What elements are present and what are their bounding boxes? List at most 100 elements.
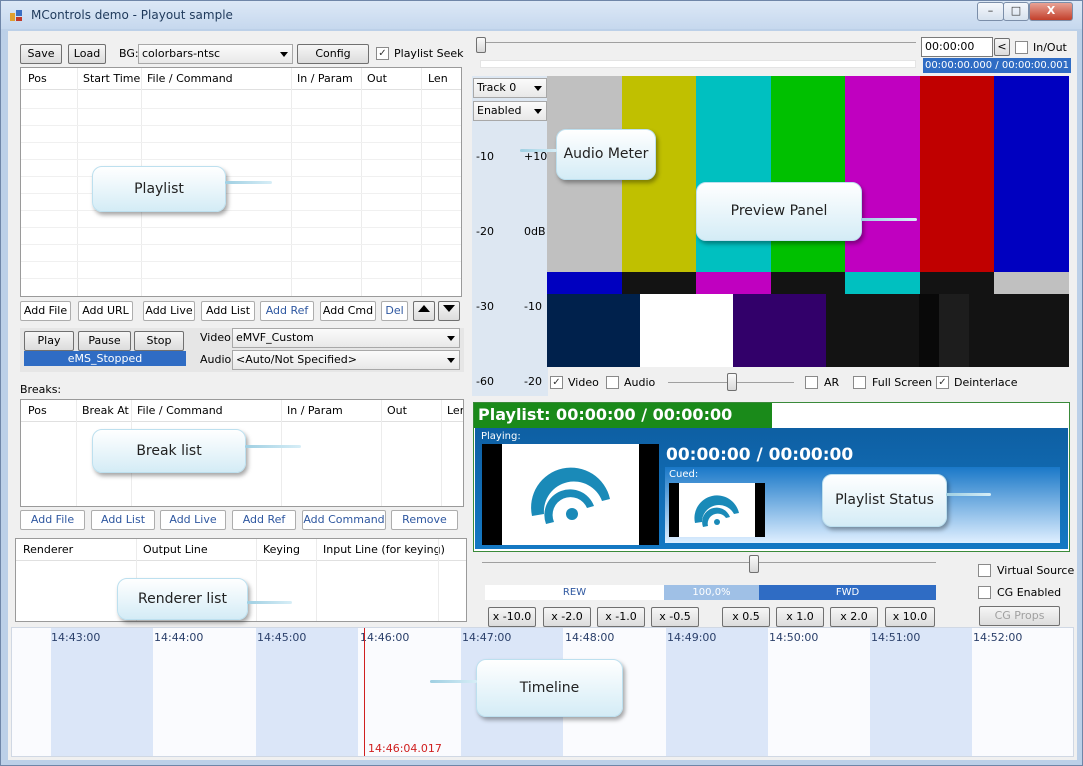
- timeline-cursor[interactable]: [364, 628, 365, 756]
- virtual-source-label: Virtual Source: [997, 564, 1075, 577]
- deinterlace-checkbox[interactable]: ✓: [936, 376, 949, 389]
- seek-slider-thumb[interactable]: [476, 37, 486, 53]
- seek-back-button[interactable]: <: [994, 38, 1010, 56]
- timeline-tick: 14:46:00: [360, 631, 410, 644]
- media-logo-icon: [531, 467, 610, 524]
- stop-button[interactable]: Stop: [134, 331, 184, 351]
- playlist-status-callout-pointer: [946, 493, 991, 496]
- break-add-list-button[interactable]: Add List: [91, 510, 155, 530]
- color-bar: [696, 76, 771, 272]
- save-button[interactable]: Save: [20, 44, 62, 64]
- del-button[interactable]: Del: [381, 301, 408, 321]
- volume-slider-thumb[interactable]: [727, 373, 737, 391]
- chevron-down-icon: [534, 86, 542, 91]
- audio-format-select[interactable]: <Auto/Not Specified>: [232, 350, 460, 370]
- add-list-button[interactable]: Add List: [201, 301, 255, 321]
- video-format-select[interactable]: eMVF_Custom: [232, 328, 460, 348]
- playlist-header: Pos Start Time File / Command In / Param…: [21, 68, 461, 90]
- break-add-command-button[interactable]: Add Command: [302, 510, 386, 530]
- enabled-select[interactable]: Enabled: [473, 101, 547, 121]
- move-up-button[interactable]: [413, 301, 435, 321]
- video-checkbox[interactable]: ✓: [550, 376, 563, 389]
- bg-label: BG:: [119, 47, 139, 60]
- playlist-callout: Playlist: [92, 166, 226, 212]
- speed-2-button[interactable]: x 2.0: [830, 607, 878, 627]
- cg-props-button[interactable]: CG Props: [979, 606, 1060, 626]
- timeline-callout-pointer: [430, 680, 477, 683]
- track-select[interactable]: Track 0: [473, 78, 547, 98]
- inout-checkbox[interactable]: [1015, 41, 1028, 54]
- playlist-seek-checkbox[interactable]: ✓: [376, 47, 389, 60]
- play-button[interactable]: Play: [24, 331, 74, 351]
- col-output-line[interactable]: Output Line: [143, 543, 208, 556]
- col-keying[interactable]: Keying: [263, 543, 300, 556]
- add-url-button[interactable]: Add URL: [78, 301, 133, 321]
- col-in-param[interactable]: In / Param: [287, 404, 343, 417]
- minimize-button[interactable]: –: [977, 2, 1004, 21]
- col-in-param[interactable]: In / Param: [297, 72, 353, 85]
- config-button[interactable]: Config: [297, 44, 369, 64]
- color-bars-middle: [547, 272, 1069, 294]
- bg-select[interactable]: colorbars-ntsc: [138, 44, 293, 64]
- add-file-button[interactable]: Add File: [20, 301, 71, 321]
- speed-minus-1-button[interactable]: x -1.0: [597, 607, 645, 627]
- meter-left-tick: -30: [476, 300, 494, 313]
- add-ref-button[interactable]: Add Ref: [260, 301, 314, 321]
- pause-button[interactable]: Pause: [78, 331, 131, 351]
- col-pos[interactable]: Pos: [28, 72, 47, 85]
- seek-time-field[interactable]: 00:00:00: [921, 37, 993, 57]
- col-file-command[interactable]: File / Command: [147, 72, 233, 85]
- video-check-label: Video: [568, 376, 599, 389]
- col-start-time[interactable]: Start Time: [83, 72, 140, 85]
- col-pos[interactable]: Pos: [28, 404, 47, 417]
- color-bar: [939, 294, 969, 367]
- ar-checkbox[interactable]: [805, 376, 818, 389]
- speed-minus-half-button[interactable]: x -0.5: [651, 607, 699, 627]
- speed-half-button[interactable]: x 0.5: [722, 607, 770, 627]
- break-add-live-button[interactable]: Add Live: [160, 510, 226, 530]
- fullscreen-checkbox[interactable]: [853, 376, 866, 389]
- preview-panel-callout: Preview Panel: [696, 182, 862, 241]
- ar-label: AR: [824, 376, 840, 389]
- renderer-list-callout: Renderer list: [117, 578, 248, 620]
- speed-minus-10-button[interactable]: x -10.0: [488, 607, 536, 627]
- arrow-down-icon: [443, 305, 455, 312]
- playlist-status-header: Playlist: 00:00:00 / 00:00:00: [478, 405, 733, 424]
- maximize-button[interactable]: □: [1003, 2, 1029, 21]
- close-button[interactable]: X: [1029, 2, 1073, 21]
- virtual-source-checkbox[interactable]: [978, 564, 991, 577]
- speed-minus-2-button[interactable]: x -2.0: [543, 607, 591, 627]
- speed-track: [482, 562, 936, 563]
- col-file-command[interactable]: File / Command: [137, 404, 223, 417]
- col-len[interactable]: Len: [428, 72, 448, 85]
- color-bar: [994, 272, 1069, 294]
- title-bar[interactable]: MControls demo - Playout sample – □ X: [1, 1, 1082, 29]
- speed-percent: 100,0%: [664, 585, 759, 600]
- playing-time: 00:00:00 / 00:00:00: [666, 445, 854, 465]
- add-live-button[interactable]: Add Live: [143, 301, 195, 321]
- speed-10-button[interactable]: x 10.0: [885, 607, 935, 627]
- audio-checkbox[interactable]: [606, 376, 619, 389]
- col-break-at[interactable]: Break At: [82, 404, 129, 417]
- speed-slider-thumb[interactable]: [749, 555, 759, 573]
- col-len[interactable]: Ler: [447, 404, 463, 417]
- load-button[interactable]: Load: [68, 44, 106, 64]
- playing-logo-bg: [502, 444, 639, 545]
- color-bar: [770, 76, 846, 272]
- audio-check-label: Audio: [624, 376, 656, 389]
- col-renderer[interactable]: Renderer: [23, 543, 73, 556]
- color-bar: [770, 272, 846, 294]
- move-down-button[interactable]: [438, 301, 460, 321]
- audio-meter-callout-pointer: [520, 149, 557, 152]
- timeline-cursor-time: 14:46:04.017: [368, 742, 442, 755]
- col-input-line[interactable]: Input Line (for keying): [323, 543, 445, 556]
- col-out[interactable]: Out: [387, 404, 407, 417]
- break-add-file-button[interactable]: Add File: [20, 510, 85, 530]
- break-add-ref-button[interactable]: Add Ref: [232, 510, 296, 530]
- add-cmd-button[interactable]: Add Cmd: [320, 301, 376, 321]
- speed-1-button[interactable]: x 1.0: [776, 607, 824, 627]
- col-out[interactable]: Out: [367, 72, 387, 85]
- break-remove-button[interactable]: Remove: [391, 510, 458, 530]
- color-bar: [733, 294, 826, 367]
- cg-enabled-checkbox[interactable]: [978, 586, 991, 599]
